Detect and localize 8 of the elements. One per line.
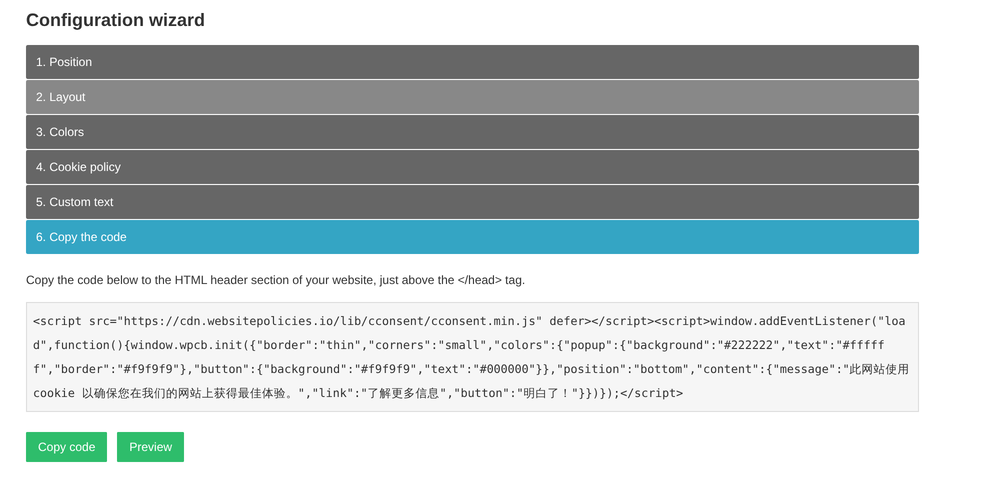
wizard-step[interactable]: 4. Cookie policy xyxy=(26,150,919,184)
wizard-step[interactable]: 2. Layout xyxy=(26,80,919,114)
instruction-text: Copy the code below to the HTML header section of your website, just above the </head> tag. xyxy=(26,273,526,287)
wizard-title: Configuration wizard xyxy=(26,10,206,31)
wizard-step[interactable]: 1. Position xyxy=(26,45,919,79)
wizard-step[interactable]: 5. Custom text xyxy=(26,185,919,219)
wizard-step[interactable]: 3. Colors xyxy=(26,115,919,149)
code-block: <script src="https://cdn.websitepolicies.io/lib/cconsent/cconsent.min.js" defer></script><script>window.addEventListener("load",function(){window.wpcb.init({"border":"thin","corners":"small","colors":{"popup":{"background":"#222222","text":"#ffffff","border":"#f9f9f9"},"button":{"background":"#f9f9f9","text":"#000000"}},"position":"bottom","content":{"message":"此网站使用 cookie 以确保您在我们的网站上获得最佳体验。","link":"了解更多信息","button":"明白了！"}})});</script> xyxy=(26,302,919,412)
